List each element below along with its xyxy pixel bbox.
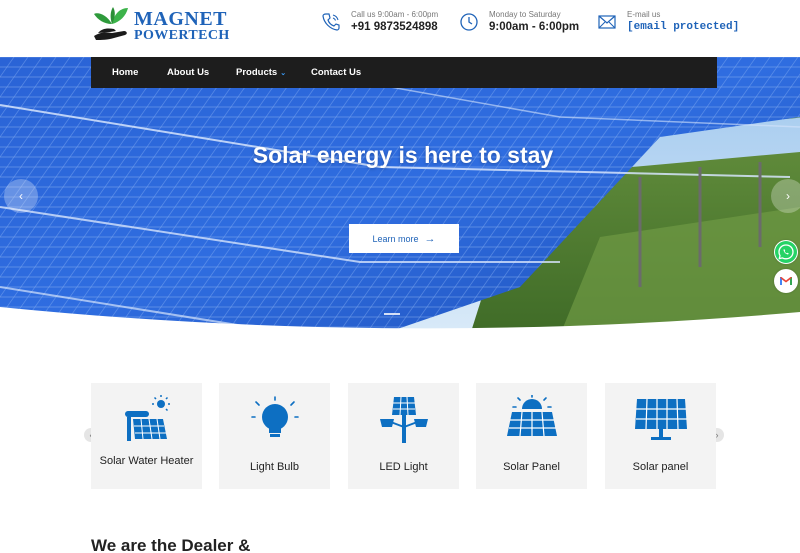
clock-icon [460, 13, 478, 31]
product-label: Solar Water Heater [99, 455, 194, 467]
nav-products[interactable]: Products ⌄ [236, 67, 286, 78]
hero-title: Solar energy is here to stay [252, 142, 554, 168]
phone-icon [322, 13, 340, 31]
email-address[interactable]: [email protected] [627, 21, 739, 33]
hero-prev-button[interactable]: ‹ [4, 179, 38, 213]
solar-panel-icon [635, 398, 687, 440]
nav-about-us[interactable]: About Us [167, 67, 209, 78]
light-bulb-icon [251, 396, 299, 437]
brand-logo[interactable]: MAGNET POWERTECH [92, 6, 232, 46]
email-label: E-mail us [627, 10, 661, 19]
arrow-right-icon: → [424, 232, 436, 245]
contact-email[interactable]: E-mail us [email protected] [597, 8, 739, 40]
hero-background-image [0, 57, 800, 335]
product-card[interactable]: Solar Water Heater [91, 383, 202, 489]
main-nav: Home About Us Products ⌄ Contact Us [91, 57, 717, 88]
learn-more-label: Learn more [372, 233, 419, 244]
product-label: LED Light [379, 461, 428, 473]
hero-slider [0, 57, 800, 335]
product-label: Solar Panel [503, 461, 560, 473]
learn-more-button[interactable]: Learn more → [349, 224, 459, 253]
contact-phone[interactable]: Call us 9:00am - 6:00pm +91 9873524898 [321, 8, 451, 40]
product-card[interactable]: Solar panel [605, 383, 716, 489]
mail-icon [598, 15, 616, 29]
top-header: MAGNET POWERTECH Call us 9:00am - 6:00pm… [0, 0, 800, 57]
product-label: Light Bulb [250, 461, 299, 473]
section-title: We are the Dealer & [91, 536, 251, 553]
hours-value: 9:00am - 6:00pm [489, 21, 580, 33]
page: MAGNET POWERTECH Call us 9:00am - 6:00pm… [0, 0, 800, 553]
led-light-icon [380, 396, 428, 443]
gmail-button[interactable] [774, 269, 798, 293]
solar-panel-sun-icon [507, 395, 557, 437]
product-card[interactable]: Solar Panel [476, 383, 587, 489]
gmail-icon [775, 270, 797, 292]
product-card[interactable]: Light Bulb [219, 383, 330, 489]
hours-label: Monday to Saturday [489, 10, 561, 19]
nav-home[interactable]: Home [112, 67, 138, 78]
slider-indicator[interactable] [384, 313, 400, 315]
solar-water-heater-icon [125, 395, 170, 441]
product-label: Solar panel [632, 461, 689, 473]
chevron-down-icon: ⌄ [280, 70, 287, 77]
chevron-left-icon: ‹ [19, 189, 23, 203]
phone-label: Call us 9:00am - 6:00pm [351, 10, 439, 19]
product-card[interactable]: LED Light [348, 383, 459, 489]
nav-contact-us[interactable]: Contact Us [311, 67, 361, 78]
hero-next-button[interactable]: › [771, 179, 800, 213]
whatsapp-icon [775, 241, 797, 263]
nav-products-label: Products [236, 67, 278, 78]
chevron-right-icon: › [786, 189, 790, 203]
phone-number[interactable]: +91 9873524898 [351, 21, 438, 33]
whatsapp-button[interactable] [774, 240, 798, 264]
brand-name-line2: POWERTECH [134, 28, 230, 43]
contact-hours: Monday to Saturday 9:00am - 6:00pm [459, 8, 589, 40]
leaf-hand-logo-icon [94, 7, 128, 40]
